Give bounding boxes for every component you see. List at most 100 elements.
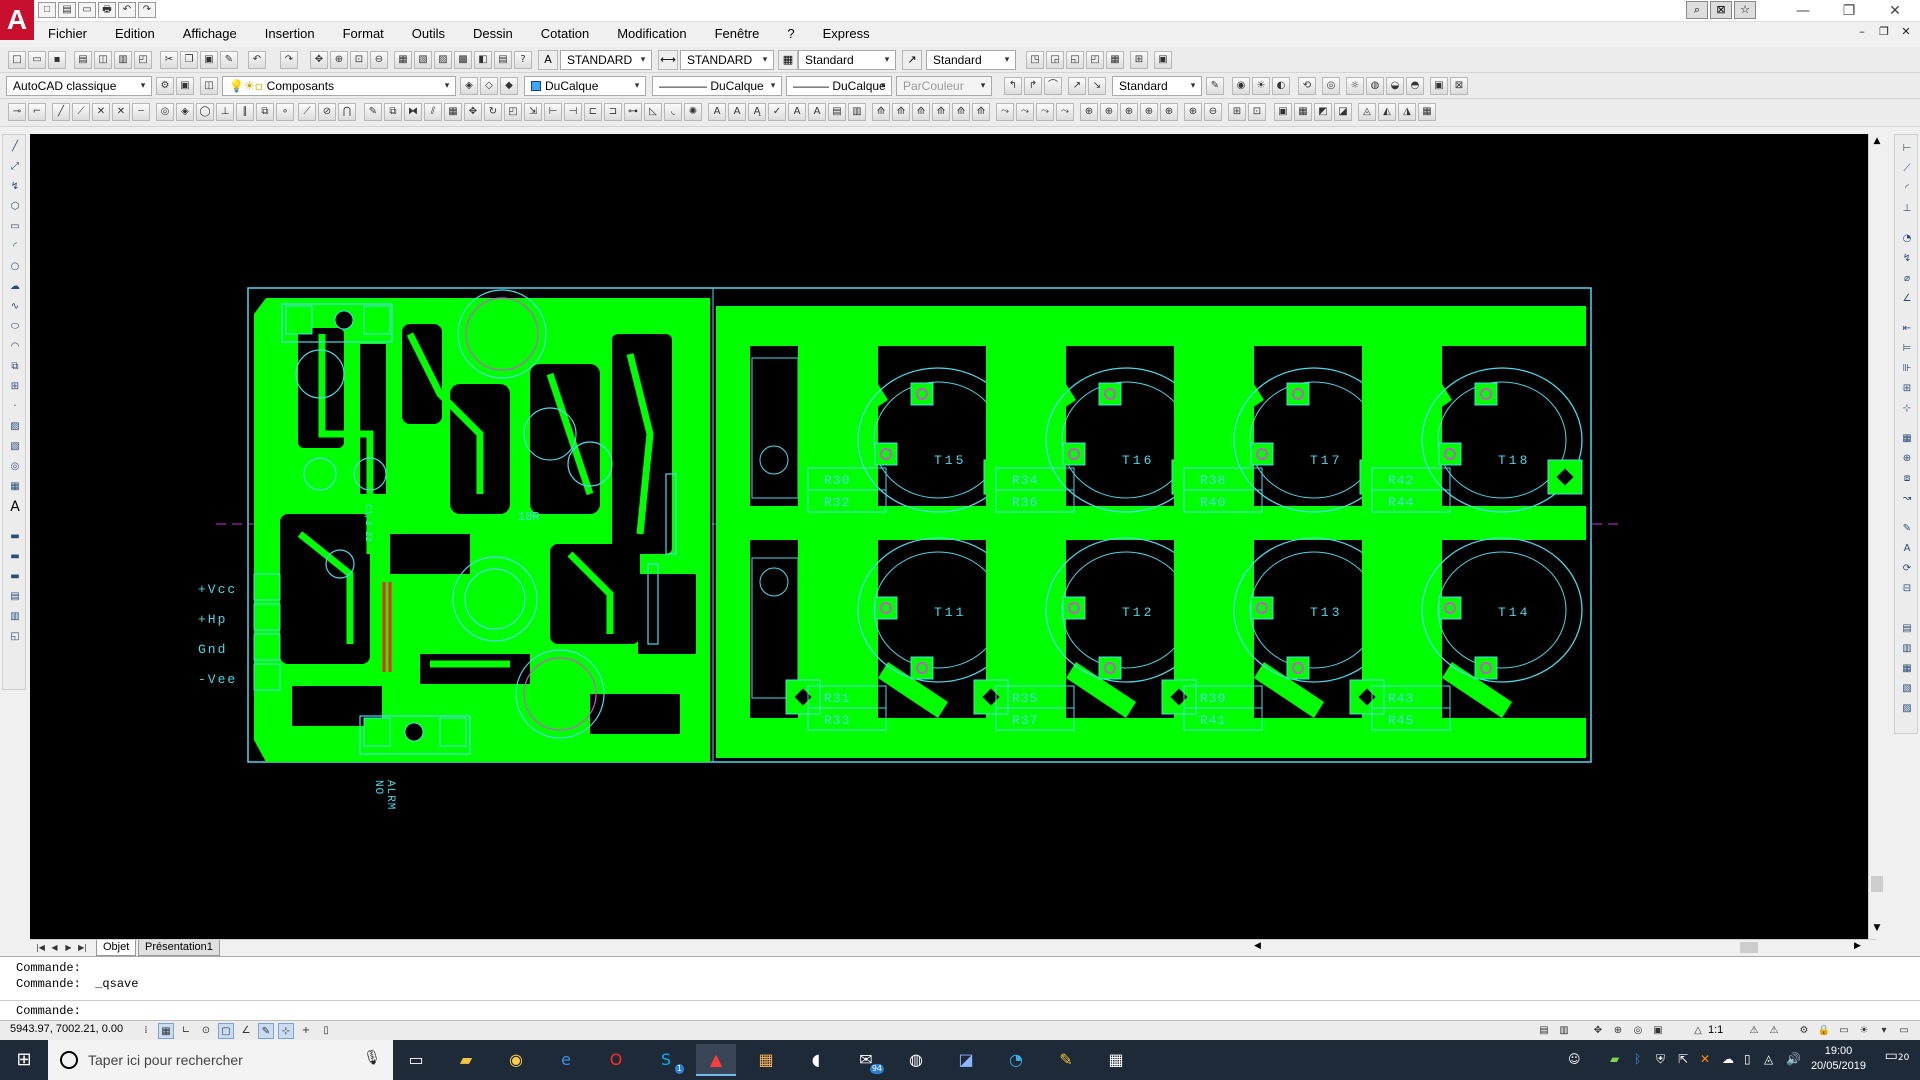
sheet-set-icon[interactable]: ▩	[454, 51, 472, 69]
tool-palettes-icon[interactable]: ▨	[434, 51, 452, 69]
scroll-left-icon[interactable]: ◀	[1254, 941, 1261, 951]
menu-outils[interactable]: Outils	[398, 23, 459, 45]
dynamic-input-icon[interactable]: +	[298, 1023, 314, 1039]
zoom-out-icon[interactable]: ⊖	[1204, 103, 1222, 121]
polar-tracking-icon[interactable]: ⊙	[198, 1023, 214, 1039]
media-icon[interactable]: ◍	[896, 1044, 936, 1076]
markup-icon[interactable]: ◧	[474, 51, 492, 69]
network-icon[interactable]: ◬	[1764, 1052, 1773, 1066]
workspace-switch-icon[interactable]: ⚙	[1796, 1023, 1812, 1039]
dim-style-select[interactable]: STANDARD ▾	[680, 50, 774, 70]
qnew-icon[interactable]: □	[8, 51, 26, 69]
sun-icon[interactable]: ☼	[1346, 77, 1364, 95]
style-edit-icon[interactable]: ✎	[1206, 77, 1224, 95]
pcb-layout[interactable]: +Vcc +Hp Gnd -Vee C1,2 22 10R ALRM NO T1…	[30, 134, 1868, 939]
dim-break-icon[interactable]: ⊹	[1898, 401, 1916, 418]
dim-angular-icon[interactable]: ∠	[1898, 291, 1916, 308]
zoom-status-icon[interactable]: ⊕	[1610, 1023, 1626, 1039]
windows-start-icon[interactable]: ⊞	[0, 1040, 48, 1080]
zoom-center-icon[interactable]: ⊕	[1160, 103, 1178, 121]
menu-edition[interactable]: Edition	[101, 23, 169, 45]
mtext-icon[interactable]: A	[708, 103, 726, 121]
snap-none-icon[interactable]: ⊘	[318, 103, 336, 121]
system-clock[interactable]: 19:00 20/05/2019	[1811, 1044, 1866, 1074]
layer-tool-5-icon[interactable]: ◬	[1358, 103, 1376, 121]
restore-button[interactable]: ❐	[1826, 0, 1872, 22]
layer-tool-2-icon[interactable]: ▦	[1294, 103, 1312, 121]
zoom-realtime-icon[interactable]: ⊕	[330, 51, 348, 69]
open-file-icon[interactable]: ▭	[28, 51, 46, 69]
multiline-text-icon[interactable]: A	[6, 499, 24, 516]
match-properties-icon[interactable]: ✎	[220, 51, 238, 69]
layer-states-icon[interactable]: ◆	[500, 77, 518, 95]
visual-style-select[interactable]: Standard ▾	[1112, 76, 1202, 96]
dim-ordinate-right-icon[interactable]: ⊥	[1898, 201, 1916, 218]
render-icon[interactable]: ◉	[1232, 77, 1250, 95]
menu-format[interactable]: Format	[329, 23, 398, 45]
view-front-icon[interactable]: ◳	[1026, 51, 1044, 69]
task-view-icon[interactable]: ▭	[396, 1044, 436, 1076]
explode-icon[interactable]: ✺	[684, 103, 702, 121]
redo-icon[interactable]: ↷	[138, 2, 156, 18]
dim-diameter-icon[interactable]: ◱	[6, 629, 24, 646]
move-icon[interactable]: ✥	[464, 103, 482, 121]
jogged-linear-icon[interactable]: ↝	[1898, 491, 1916, 508]
microphone-icon[interactable]: 🎙	[363, 1050, 381, 1066]
menu-cotation[interactable]: Cotation	[527, 23, 603, 45]
named-views-icon[interactable]: ▣	[1154, 51, 1172, 69]
calculator-task-icon[interactable]: ▦	[1096, 1044, 1136, 1076]
grid-mode-icon[interactable]: ▦	[158, 1023, 174, 1039]
layer-tool-8-icon[interactable]: ▦	[1418, 103, 1436, 121]
horizontal-scroll-thumb[interactable]	[1740, 942, 1758, 953]
layer-tool-1-icon[interactable]: ▣	[1274, 103, 1292, 121]
first-tab-icon[interactable]: |◀	[34, 941, 47, 954]
view-right-icon[interactable]: ◰	[1086, 51, 1104, 69]
mirror-icon[interactable]: ⧓	[404, 103, 422, 121]
redo-toolbar-icon[interactable]: ↷	[280, 51, 298, 69]
inkscape-icon[interactable]: ◖	[796, 1044, 836, 1076]
layer-manager-icon[interactable]: ◫	[200, 77, 218, 95]
paste-icon[interactable]: ▣	[200, 51, 218, 69]
snap-center-icon[interactable]: ◎	[156, 103, 174, 121]
onedrive-icon[interactable]: ☁	[1722, 1052, 1734, 1066]
next-tab-icon[interactable]: ▶	[62, 941, 75, 954]
block-manager-icon[interactable]: ⟰	[972, 103, 990, 121]
calculator-icon[interactable]: ▤	[494, 51, 512, 69]
linetype-select[interactable]: ―――― DuCalque ▾	[652, 76, 782, 96]
output-transistor-t16[interactable]: T16 R34 R36	[986, 346, 1207, 524]
justify-text-icon[interactable]: ▤	[828, 103, 846, 121]
rectangle-icon[interactable]: ▭	[6, 219, 24, 236]
multileader-style-select[interactable]: Standard ▾	[926, 50, 1016, 70]
insert-block-icon[interactable]: ⧉	[6, 359, 24, 376]
menu-insertion[interactable]: Insertion	[251, 23, 329, 45]
point-icon[interactable]: ·	[6, 399, 24, 416]
center-mark-icon[interactable]: ⊕	[1898, 451, 1916, 468]
inquiry-id-icon[interactable]: ▧	[1898, 681, 1916, 698]
zoom-window-icon[interactable]: ⊡	[350, 51, 368, 69]
hardware-acceleration-icon[interactable]: ▭	[1836, 1023, 1852, 1039]
zoom-extents-icon[interactable]: ⊡	[1248, 103, 1266, 121]
text-scale-icon[interactable]: A	[808, 103, 826, 121]
output-transistor-t14[interactable]: T14 R43 R45	[1349, 537, 1583, 731]
view-iso-icon[interactable]: ▦	[1106, 51, 1124, 69]
layer-previous-icon[interactable]: ◇	[480, 77, 498, 95]
open-icon[interactable]: ▤	[58, 2, 76, 18]
construction-line-icon[interactable]: ⤢	[6, 159, 24, 176]
object-snap-icon[interactable]: ▢	[218, 1023, 234, 1039]
render-region-icon[interactable]: ◓	[1406, 77, 1424, 95]
edge-icon[interactable]: e	[546, 1044, 586, 1076]
zoom-realtime-2-icon[interactable]: ⊕	[1080, 103, 1098, 121]
block-attribute-icon[interactable]: ⟰	[932, 103, 950, 121]
ortho-mode-icon[interactable]: ∟	[178, 1023, 194, 1039]
snap-intersection-icon[interactable]: ✕	[92, 103, 110, 121]
osnap-settings-icon[interactable]: ⋂	[338, 103, 356, 121]
scroll-up-icon[interactable]: ▲	[1871, 136, 1883, 148]
taskbar-search[interactable]: Taper ici pour rechercher 🎙	[48, 1040, 393, 1080]
menu-fenetre[interactable]: Fenêtre	[701, 23, 774, 45]
express-tool-3-icon[interactable]: ⤳	[1036, 103, 1054, 121]
snap-parallel-icon[interactable]: ∥	[236, 103, 254, 121]
close-button[interactable]: ✕	[1872, 0, 1918, 22]
express-tool-2-icon[interactable]: ⤳	[1016, 103, 1034, 121]
dim-linear-icon[interactable]: ▬	[6, 529, 24, 546]
chamfer-icon[interactable]: ◺	[644, 103, 662, 121]
